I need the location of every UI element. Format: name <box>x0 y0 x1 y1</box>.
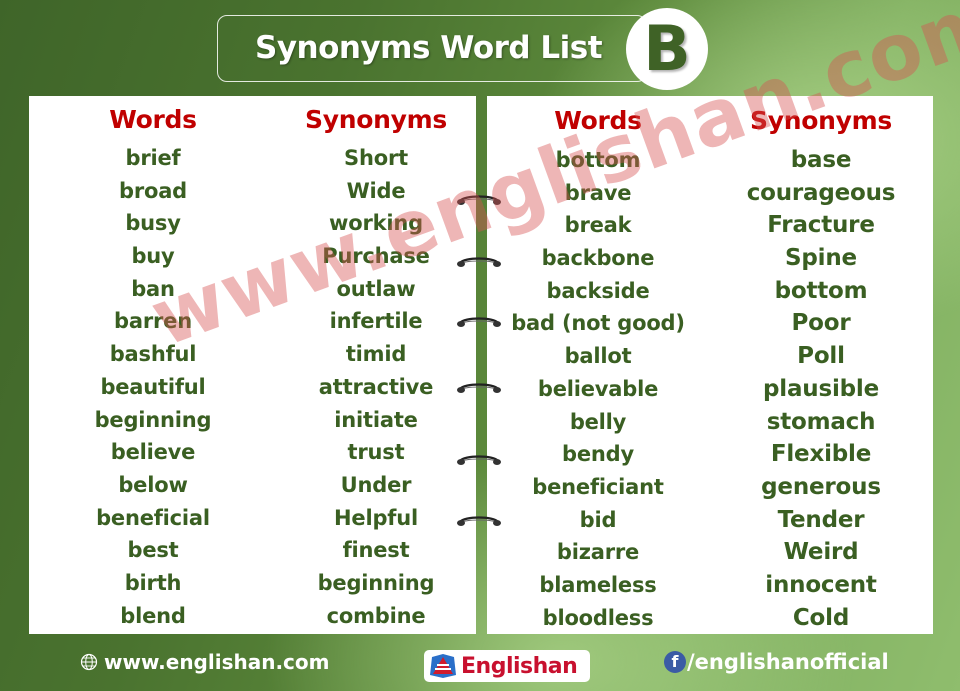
facebook-handle[interactable]: /englishanofficial <box>687 647 889 677</box>
synonym-cell: Fracture <box>767 212 875 239</box>
facebook-icon: f <box>664 651 686 673</box>
word-cell: buy <box>131 244 175 269</box>
synonym-cell: Helpful <box>334 505 418 530</box>
word-cell: backside <box>546 278 650 303</box>
synonym-cell: Purchase <box>322 244 430 269</box>
synonym-cell: Cold <box>792 604 850 631</box>
binder-ring-icon <box>457 195 501 205</box>
word-cell: break <box>564 213 632 238</box>
word-cell: below <box>118 472 188 497</box>
word-cell: beneficial <box>96 505 210 530</box>
synonym-cell: Tender <box>777 506 865 533</box>
synonym-cell: Poll <box>797 343 845 370</box>
letter-badge: B <box>626 8 708 90</box>
word-cell: best <box>127 538 179 563</box>
word-cell: beginning <box>94 407 212 432</box>
word-cell: bizarre <box>556 540 640 565</box>
left-synonyms-header: Synonyms <box>305 105 447 134</box>
word-cell: blameless <box>539 572 657 597</box>
word-cell: busy <box>125 211 181 236</box>
word-cell: backbone <box>541 246 655 271</box>
right-words-column: Words bottom brave break backbone backside ba… <box>487 96 709 634</box>
synonym-cell: bottom <box>774 277 868 304</box>
word-cell: broad <box>118 178 188 203</box>
word-cell: believe <box>110 440 196 465</box>
synonym-cell: generous <box>761 473 881 500</box>
left-words-column: Words brief broad busy buy ban barren bashful b… <box>63 96 243 632</box>
left-words-header: Words <box>109 105 197 134</box>
word-cell: birth <box>124 570 182 595</box>
synonym-cell: outlaw <box>336 276 416 301</box>
footer-social[interactable]: f /englishanofficial <box>664 647 889 677</box>
synonym-cell: working <box>329 211 423 236</box>
binder-ring-icon <box>457 516 501 526</box>
synonym-cell: plausible <box>763 375 879 402</box>
left-words-list: brief broad busy buy ban barren bashful beautif… <box>63 142 243 632</box>
right-words-list: bottom brave break backbone backside bad (not… <box>487 144 709 634</box>
word-cell: beneficiant <box>532 474 664 499</box>
synonym-cell: base <box>790 147 852 173</box>
word-cell: barren <box>114 309 192 334</box>
word-cell: bendy <box>562 442 634 467</box>
left-synonyms-list: Short Wide working Purchase outlaw infertile t… <box>276 142 476 632</box>
word-cell: brief <box>125 146 181 170</box>
binder-ring-icon <box>457 455 501 465</box>
binder-ring-icon <box>457 317 501 327</box>
synonym-cell: Spine <box>785 245 857 272</box>
left-synonyms-column: Synonyms Short Wide working Purchase outlaw i… <box>276 96 476 632</box>
synonym-cell: trust <box>347 440 405 465</box>
englishan-logo[interactable]: Englishan <box>424 650 590 682</box>
synonym-cell: Flexible <box>770 441 872 468</box>
word-cell: bottom <box>555 148 641 172</box>
right-synonyms-column: Synonyms base courageous Fracture Spine bott… <box>709 96 933 634</box>
footer-website[interactable]: www.englishan.com <box>80 647 330 677</box>
page-title: Synonyms Word List <box>255 30 603 66</box>
synonym-cell: timid <box>345 342 407 367</box>
synonym-cell: Poor <box>791 310 851 337</box>
word-cell: bid <box>579 507 617 532</box>
word-cell: belly <box>569 409 627 434</box>
right-synonyms-list: base courageous Fracture Spine bottom Poor Pol… <box>709 144 933 634</box>
globe-icon <box>80 653 98 671</box>
logo-text: Englishan <box>461 653 578 679</box>
letter-badge-text: B <box>643 12 691 85</box>
synonym-cell: Wide <box>346 178 406 203</box>
synonym-cell: attractive <box>318 374 434 399</box>
synonym-cell: stomach <box>766 408 876 435</box>
synonym-cell: Short <box>344 146 408 170</box>
left-word-card: Words brief broad busy buy ban barren bashful b… <box>29 96 476 634</box>
binder-ring-icon <box>457 383 501 393</box>
synonym-cell: combine <box>326 603 426 628</box>
synonym-cell: innocent <box>765 571 877 598</box>
website-link[interactable]: www.englishan.com <box>104 647 330 677</box>
synonym-cell: Under <box>340 472 412 497</box>
right-words-header: Words <box>554 106 642 135</box>
synonym-cell: initiate <box>334 407 418 432</box>
right-synonyms-header: Synonyms <box>750 106 892 135</box>
word-cell: bloodless <box>542 605 654 630</box>
word-cell: blend <box>120 603 186 628</box>
word-cell: beautiful <box>100 374 206 399</box>
right-word-card: Words bottom brave break backbone backside ba… <box>487 96 933 634</box>
synonym-cell: Weird <box>783 539 859 566</box>
englishan-logo-icon <box>430 654 456 678</box>
synonym-cell: beginning <box>317 570 435 595</box>
word-cell: bashful <box>109 342 197 367</box>
binder-ring-icon <box>457 257 501 267</box>
synonym-cell: finest <box>342 538 410 563</box>
synonym-cell: courageous <box>746 179 896 206</box>
word-cell: ballot <box>564 344 632 369</box>
word-cell: brave <box>564 180 632 205</box>
word-cell: believable <box>537 376 659 401</box>
synonym-cell: infertile <box>329 309 423 334</box>
word-cell: ban <box>131 276 175 301</box>
word-cell: bad (not good) <box>511 311 685 336</box>
